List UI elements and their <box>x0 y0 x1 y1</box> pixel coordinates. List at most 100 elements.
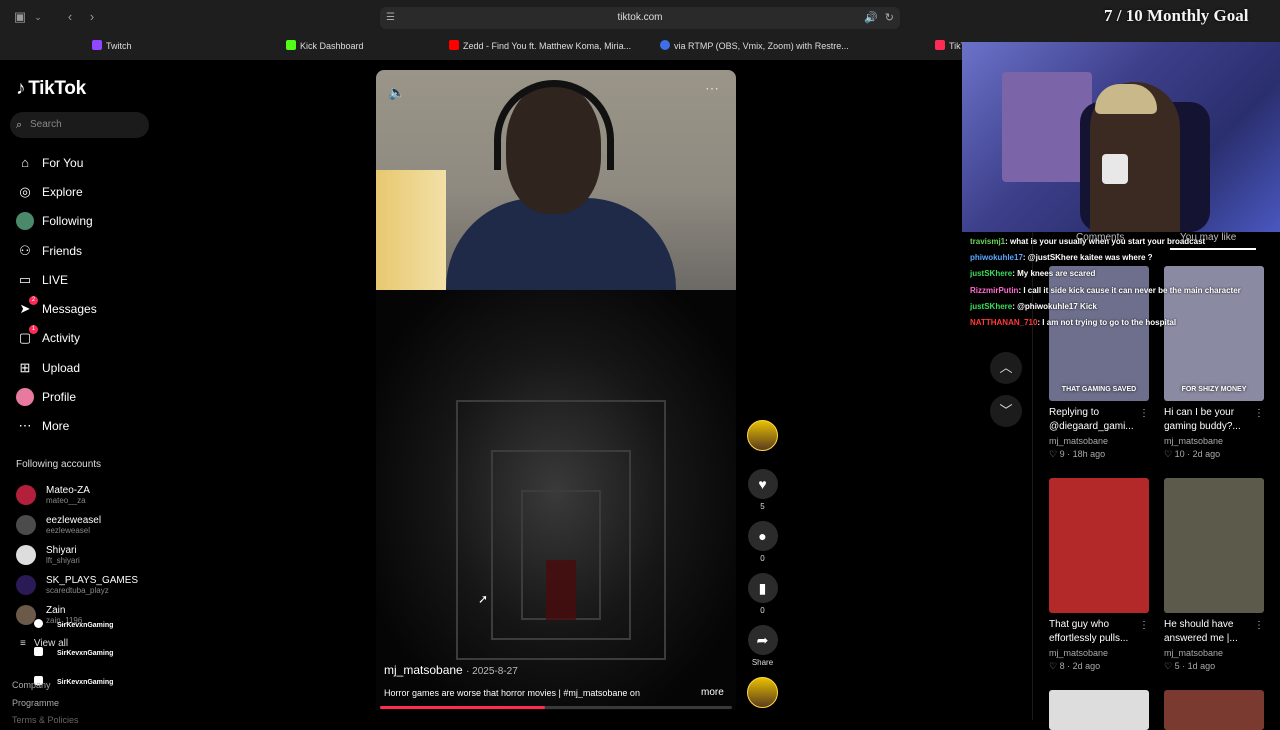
heart-icon: ♡ <box>1164 449 1173 459</box>
chevron-up-icon: ︿ <box>999 360 1013 375</box>
friends-icon: ⚇ <box>19 242 31 258</box>
nav-activity[interactable]: ▢ 1 Activity <box>16 324 156 353</box>
upload-icon: ⊞ <box>19 359 31 375</box>
previous-video-button[interactable]: ︿ <box>990 352 1022 384</box>
address-bar[interactable]: ☰ tiktok.com 🔊 ↻ <box>380 7 900 29</box>
tab-twitch[interactable]: Twitch <box>92 36 242 56</box>
video-gameplay[interactable] <box>376 290 736 710</box>
stream-chat: travismj1: what is your usually when you… <box>970 234 1270 331</box>
video-date: 2025-8-27 <box>472 666 518 677</box>
bookmark-icon: ▮ <box>758 580 767 596</box>
footer-programme[interactable]: Programme <box>12 698 59 708</box>
avatar <box>16 605 36 625</box>
card-menu-icon[interactable]: ⋮ <box>1254 620 1264 631</box>
reload-icon[interactable]: ↻ <box>885 7 894 29</box>
compass-icon: ◎ <box>19 183 31 199</box>
nav-live[interactable]: ▭ LIVE <box>16 265 156 294</box>
twitter-icon <box>34 619 43 628</box>
comment-button[interactable]: ● <box>747 521 778 551</box>
browser-toolbar: ▣ ⌄ ‹ › ☰ tiktok.com 🔊 ↻ <box>0 0 1280 34</box>
chevron-down-icon: ﹀ <box>999 403 1013 418</box>
youtube-icon <box>449 40 459 50</box>
following-account[interactable]: SK_PLAYS_GAMES scaredtuba_playz <box>16 570 156 600</box>
monthly-goal-overlay: 7 / 10 Monthly Goal <box>1104 6 1249 25</box>
nav-upload[interactable]: ⊞ Upload <box>16 353 156 382</box>
author-avatar[interactable] <box>747 420 778 451</box>
chat-message: justSKhere: My knees are scared <box>970 269 1096 279</box>
card-menu-icon[interactable]: ⋮ <box>1254 408 1264 419</box>
send-icon: ➤ 2 <box>16 296 38 318</box>
heart-icon: ♡ <box>1049 661 1058 671</box>
search-icon: ⌕ <box>16 119 23 131</box>
like-count: 5 <box>760 502 765 511</box>
share-label: Share <box>751 658 774 667</box>
video-progress-bar[interactable] <box>380 706 732 709</box>
tab-tiktok[interactable]: TikTok <box>935 36 963 56</box>
stream-tag-instagram: SirKevxnGaming <box>34 647 113 657</box>
video-author[interactable]: mj_matsobane <box>384 663 463 677</box>
heart-icon: ♥ <box>758 476 767 492</box>
card-menu-icon[interactable]: ⋮ <box>1139 408 1149 419</box>
like-button[interactable]: ♥ <box>747 469 778 499</box>
next-video-button[interactable]: ﹀ <box>990 395 1022 427</box>
speaker-icon[interactable]: 🔊 <box>864 7 878 29</box>
chat-message: travismj1: what is your usually when you… <box>970 237 1206 246</box>
video-card[interactable] <box>1049 690 1149 730</box>
following-account[interactable]: Shiyari lft_shiyari <box>16 540 156 570</box>
volume-icon[interactable]: 🔈 <box>388 84 405 101</box>
card-menu-icon[interactable]: ⋮ <box>1139 620 1149 631</box>
restream-icon <box>660 40 670 50</box>
messages-badge: 2 <box>29 296 38 306</box>
heart-icon: ♡ <box>1049 449 1058 459</box>
save-button[interactable]: ▮ <box>747 573 778 603</box>
nav-more[interactable]: ⋯ More <box>16 412 156 441</box>
mug <box>1102 154 1128 184</box>
curtain <box>376 170 446 290</box>
chevron-down-icon[interactable]: ⌄ <box>30 9 46 25</box>
video-facecam[interactable] <box>376 70 736 290</box>
tab-kick[interactable]: Kick Dashboard <box>286 36 436 56</box>
avatar <box>16 545 36 565</box>
tiktok-icon <box>935 40 945 50</box>
instagram-icon <box>34 647 43 656</box>
page-settings-icon[interactable]: ☰ <box>386 7 395 29</box>
nav-for-you[interactable]: ⌂ For You <box>16 148 156 177</box>
video-thumbnail <box>1049 478 1149 613</box>
more-options-icon[interactable]: ⋯ <box>705 80 720 97</box>
following-account[interactable]: eezleweasel eezleweasel <box>16 510 156 540</box>
sidebar: ♪ TikTok ⌕ Search ⌂ For You ◎ Explore Follow… <box>0 60 162 725</box>
tab-restream[interactable]: via RTMP (OBS, Vmix, Zoom) with Restre..… <box>660 36 850 56</box>
video-card[interactable] <box>1164 690 1264 730</box>
video-thumbnail <box>1164 478 1264 613</box>
video-card[interactable]: He should have answered me |... ⋮ mj_mat… <box>1164 478 1264 673</box>
forward-icon[interactable]: › <box>84 9 100 25</box>
footer-terms[interactable]: Terms & Policies <box>12 715 79 725</box>
nav-messages[interactable]: ➤ 2 Messages <box>16 294 156 323</box>
sidebar-toggle-icon[interactable]: ▣ <box>12 9 28 25</box>
avatar-icon <box>16 212 34 231</box>
activity-badge: 1 <box>29 325 38 335</box>
stream-tag-twitter: SirKevxnGaming <box>34 619 113 629</box>
save-count: 0 <box>760 606 765 615</box>
footer-company[interactable]: Company <box>12 680 51 690</box>
following-account[interactable]: Mateo-ZA mateo__za <box>16 480 156 510</box>
tab-youtube[interactable]: Zedd - Find You ft. Matthew Koma, Miria.… <box>449 36 634 56</box>
avatar <box>16 515 36 535</box>
nav-profile[interactable]: Profile <box>16 382 156 411</box>
action-bar: ♥ 5 ● 0 ▮ 0 ➦ Share <box>746 420 779 708</box>
nav-following[interactable]: Following <box>16 207 156 236</box>
share-icon: ➦ <box>756 632 769 648</box>
nav-friends[interactable]: ⚇ Friends <box>16 236 156 265</box>
sound-avatar[interactable] <box>747 677 778 708</box>
search-input[interactable]: ⌕ Search <box>10 112 149 138</box>
nav-explore[interactable]: ◎ Explore <box>16 177 156 206</box>
share-button[interactable]: ➦ <box>747 625 778 655</box>
profile-avatar <box>16 388 34 407</box>
list-icon: ≡ <box>20 638 26 649</box>
more-button[interactable]: more <box>701 687 724 698</box>
back-icon[interactable]: ‹ <box>62 9 78 25</box>
video-card[interactable]: That guy who effortlessly pulls... ⋮ mj_… <box>1049 478 1149 673</box>
tiktok-logo[interactable]: ♪ TikTok <box>16 78 86 100</box>
heart-icon: ♡ <box>1164 661 1173 671</box>
home-icon: ⌂ <box>21 154 29 170</box>
